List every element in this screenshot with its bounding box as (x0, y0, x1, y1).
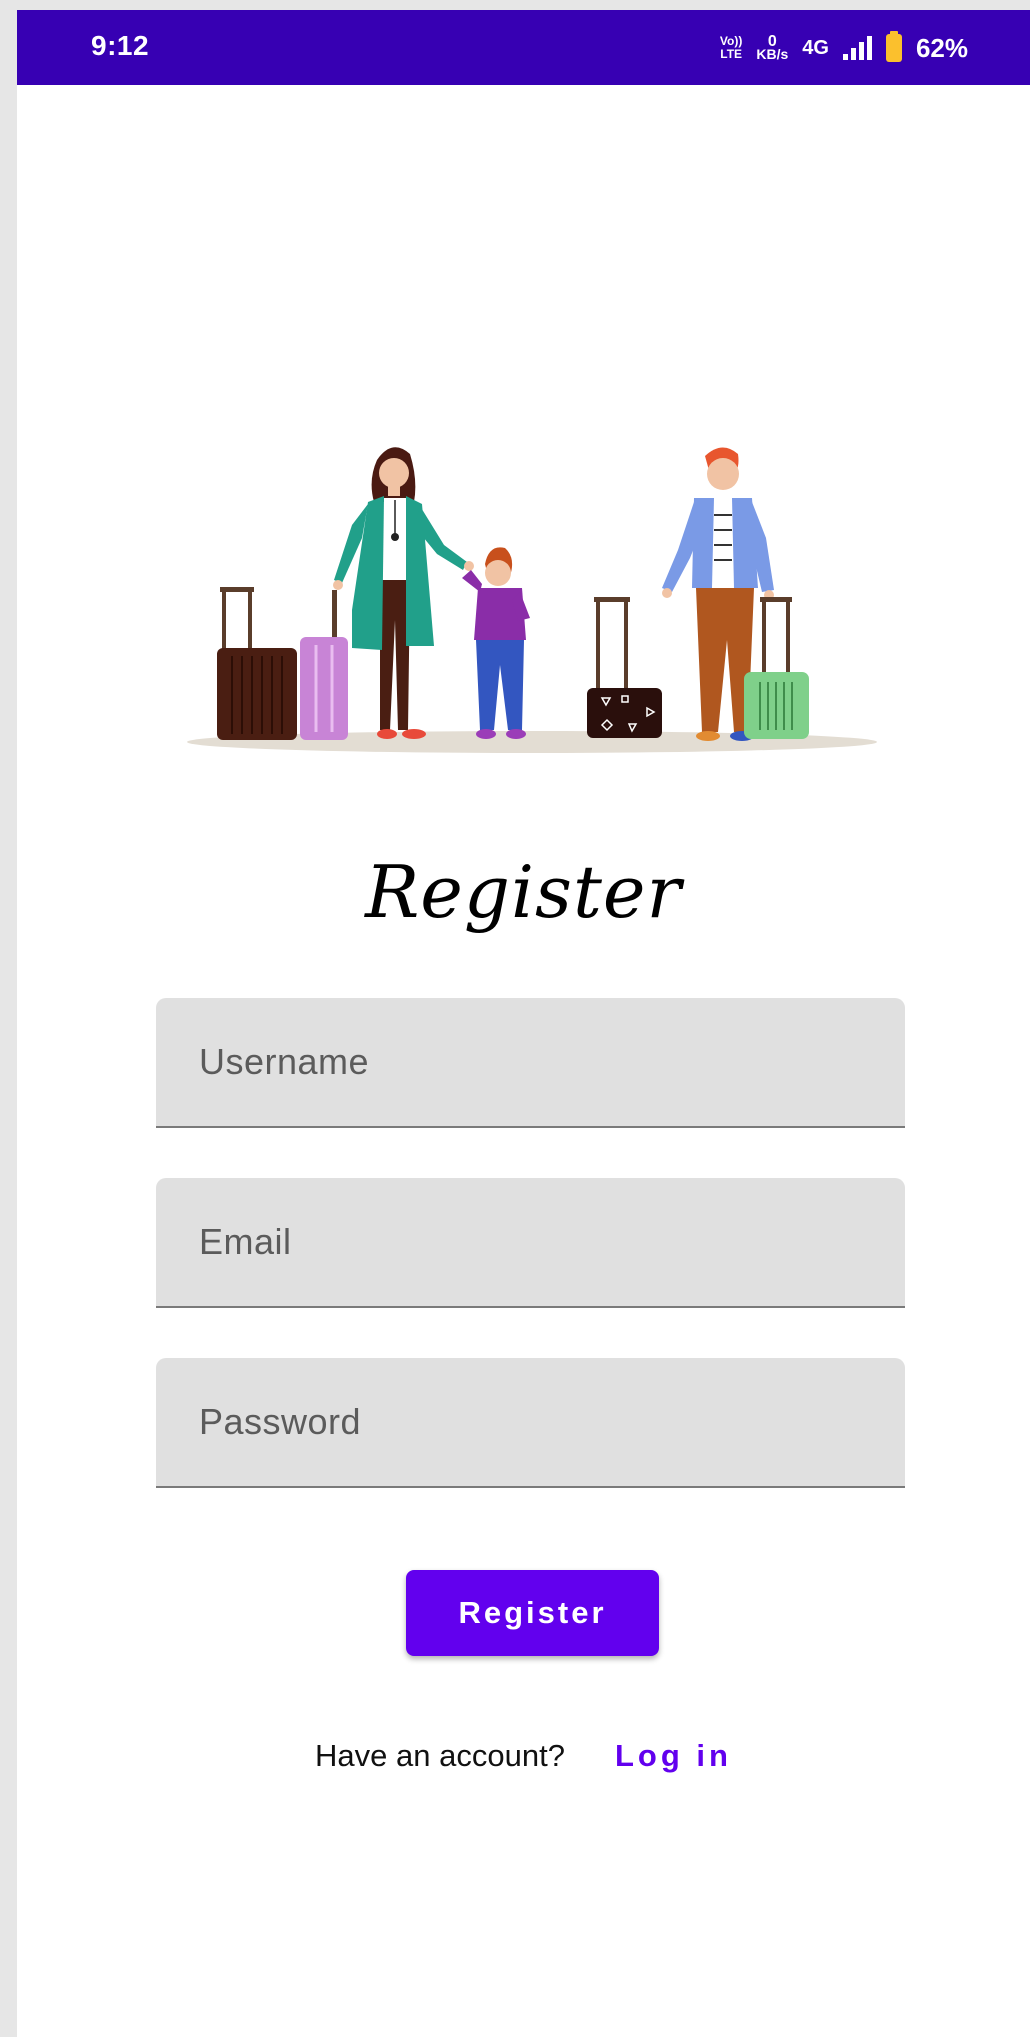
network-type: 4G (802, 36, 829, 59)
data-rate: 0 KB/s (756, 34, 789, 62)
register-screen: 9:12 Vo)) LTE 0 KB/s 4G 62% Register Use… (17, 10, 1030, 2037)
username-field-container (156, 998, 905, 1128)
suitcase-green-icon (744, 597, 809, 739)
username-field[interactable] (156, 998, 905, 1126)
battery-percent: 62% (915, 32, 968, 63)
login-link[interactable]: Log in (615, 1738, 732, 1774)
volte-bottom-text: LTE (720, 47, 743, 61)
password-field-container (156, 1358, 905, 1488)
child-figure-icon (462, 547, 530, 739)
email-field-container (156, 1178, 905, 1308)
woman-figure-icon (333, 447, 474, 739)
status-icons: Vo)) LTE 0 KB/s 4G 62% (720, 24, 968, 72)
suitcase-brown-icon (217, 587, 297, 740)
suitcase-purple-icon (300, 590, 348, 740)
signal-icon (842, 36, 872, 60)
have-account-text: Have an account? (315, 1738, 565, 1773)
suitcase-black-icon (587, 597, 662, 738)
family-travel-illustration (187, 447, 877, 753)
data-rate-unit: KB/s (756, 46, 789, 62)
password-field[interactable] (156, 1358, 905, 1486)
volte-icon: Vo)) LTE (720, 35, 742, 61)
login-prompt-row: Have an account? Log in (17, 1738, 1030, 1774)
status-bar: 9:12 Vo)) LTE 0 KB/s 4G 62% (17, 10, 1030, 85)
battery-icon (885, 31, 902, 62)
register-button[interactable]: Register (406, 1570, 659, 1656)
status-time: 9:12 (91, 30, 150, 61)
page-title: Register (365, 850, 682, 934)
email-field[interactable] (156, 1178, 905, 1306)
